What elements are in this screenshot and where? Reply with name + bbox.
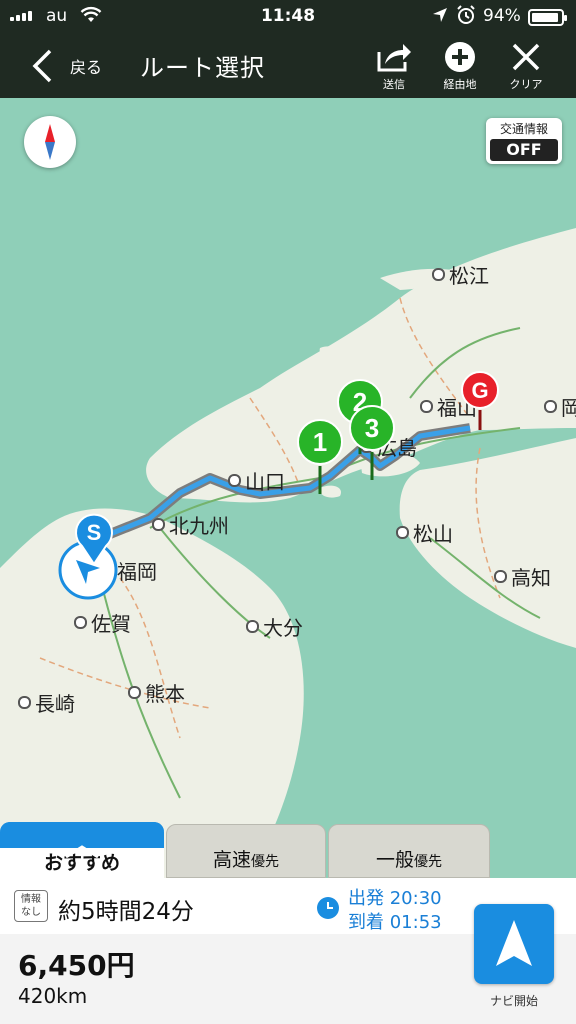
battery-icon — [528, 9, 567, 26]
start-marker[interactable]: S — [72, 510, 116, 566]
battery-percent: 94% — [483, 6, 521, 26]
city-label: 熊本 — [128, 678, 185, 707]
traffic-info-value: OFF — [490, 139, 558, 161]
back-button[interactable]: 戻る — [26, 46, 112, 86]
add-waypoint-icon — [445, 42, 475, 72]
send-button[interactable]: 送信 — [364, 40, 424, 94]
city-label: 山口 — [228, 466, 285, 495]
city-label: 高知 — [494, 562, 551, 591]
city-label: 佐賀 — [74, 608, 131, 637]
map-terrain: 宮崎 — [0, 228, 576, 878]
city-label: 長崎 — [18, 688, 75, 717]
chevron-left-icon — [32, 49, 52, 83]
tab-highway-suffix: 優先 — [251, 854, 279, 870]
traffic-info-label: 交通情報 — [499, 122, 548, 136]
compass-icon — [45, 124, 55, 160]
route-distance: 420km — [18, 984, 88, 1008]
chevron-up-icon — [0, 822, 164, 859]
arrival-time: 到着 01:53 — [348, 912, 442, 933]
clock-icon — [317, 897, 339, 919]
city-label: 北九州 — [152, 510, 229, 539]
route-info-panel: 情報 なし 約5時間24分 出発 20:30 到着 01:53 6,450円 4… — [0, 878, 576, 1024]
city-label: 松山 — [396, 518, 453, 547]
tab-recommended[interactable]: おすすめ — [0, 822, 164, 878]
svg-text:G: G — [471, 378, 488, 403]
traffic-info-toggle[interactable]: 交通情報 OFF — [486, 118, 562, 164]
city-label: 岡 — [544, 392, 576, 421]
tab-highway-label: 高速 — [212, 849, 251, 871]
tab-general-suffix: 優先 — [414, 854, 442, 870]
nav-bar: 戻る ルート選択 送信 経由地 クリア — [0, 32, 576, 98]
waypoint-1-marker[interactable]: 1 — [296, 418, 344, 498]
location-arrow-icon — [433, 8, 447, 22]
clear-button[interactable]: クリア — [496, 40, 556, 94]
toll-price: 6,450円 — [18, 949, 135, 982]
status-bar: au 11:48 94% — [0, 0, 576, 32]
svg-text:3: 3 — [365, 413, 379, 443]
compass-button[interactable] — [24, 116, 76, 168]
route-duration: 約5時間24分 — [58, 899, 194, 925]
send-label: 送信 — [383, 78, 405, 91]
svg-text:S: S — [87, 520, 102, 545]
alarm-icon — [457, 5, 475, 24]
departure-time: 出発 20:30 — [348, 888, 442, 909]
close-icon — [512, 43, 540, 71]
tab-general[interactable]: 一般優先 — [328, 824, 490, 878]
waypoint-button[interactable]: 経由地 — [430, 40, 490, 94]
back-label: 戻る — [70, 58, 103, 77]
waypoint-3-marker[interactable]: 3 — [348, 404, 396, 484]
navi-start-button[interactable] — [474, 904, 554, 984]
no-info-badge: 情報 なし — [14, 890, 48, 922]
navi-start-label: ナビ開始 — [489, 994, 538, 1008]
waypoint-label: 経由地 — [443, 78, 477, 91]
tab-general-label: 一般 — [375, 849, 414, 871]
share-icon — [377, 44, 411, 72]
tab-highway[interactable]: 高速優先 — [166, 824, 326, 878]
svg-text:1: 1 — [313, 427, 327, 457]
clear-label: クリア — [509, 78, 543, 91]
route-map[interactable]: 宮崎 交通情報 OFF 松江 福山 岡 広島 山口 北九州 福岡 松山 高知 佐… — [0, 98, 576, 878]
goal-marker[interactable]: G — [458, 370, 502, 434]
route-tabs: おすすめ 高速優先 一般優先 — [0, 822, 576, 878]
city-label: 大分 — [246, 612, 303, 641]
page-title: ルート選択 — [140, 54, 265, 82]
city-label: 松江 — [432, 260, 489, 289]
navigation-arrow-icon — [496, 920, 532, 966]
